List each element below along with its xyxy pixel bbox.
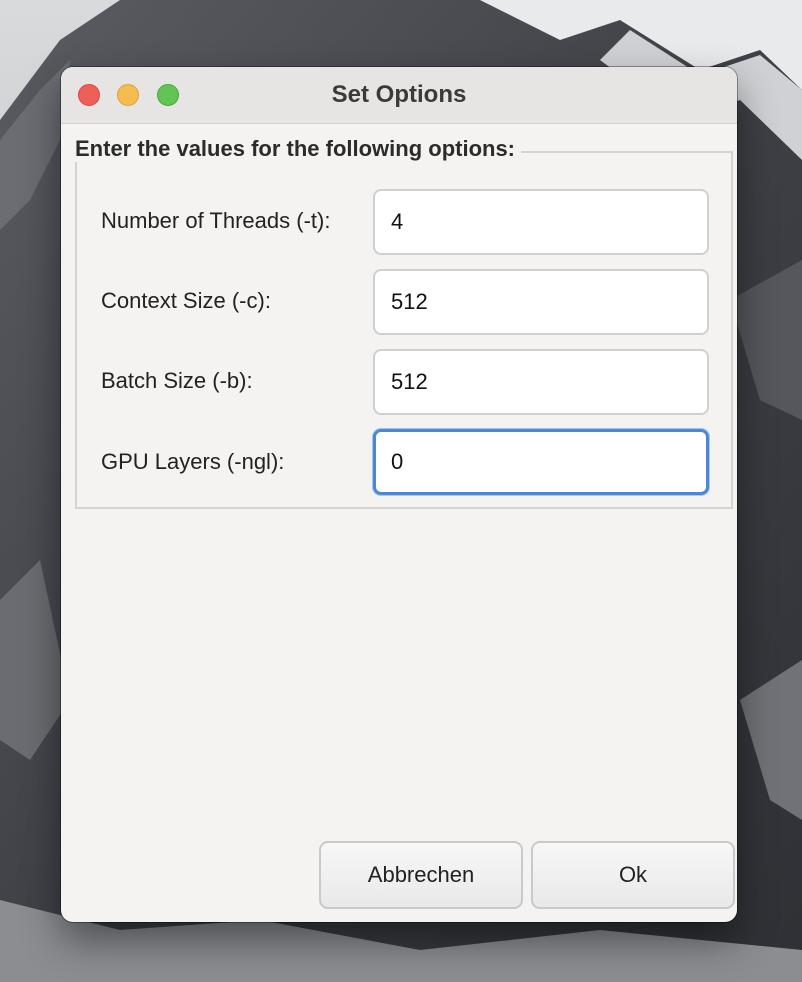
cancel-button[interactable]: Abbrechen (319, 841, 523, 909)
options-group-legend: Enter the values for the following optio… (75, 136, 522, 162)
batch-size-label: Batch Size (-b): (101, 368, 253, 393)
title-bar[interactable]: Set Options (61, 67, 737, 124)
set-options-dialog: Set Options Enter the values for the fol… (61, 67, 737, 922)
ok-button[interactable]: Ok (531, 841, 735, 909)
gpu-layers-label: GPU Layers (-ngl): (101, 449, 285, 474)
context-size-label: Context Size (-c): (101, 288, 271, 313)
context-size-input[interactable] (373, 269, 709, 335)
window-title: Set Options (331, 81, 467, 108)
threads-label: Number of Threads (-t): (101, 208, 331, 233)
gpu-layers-input[interactable] (373, 429, 709, 495)
batch-size-input[interactable] (373, 349, 709, 415)
threads-input[interactable] (373, 189, 709, 255)
